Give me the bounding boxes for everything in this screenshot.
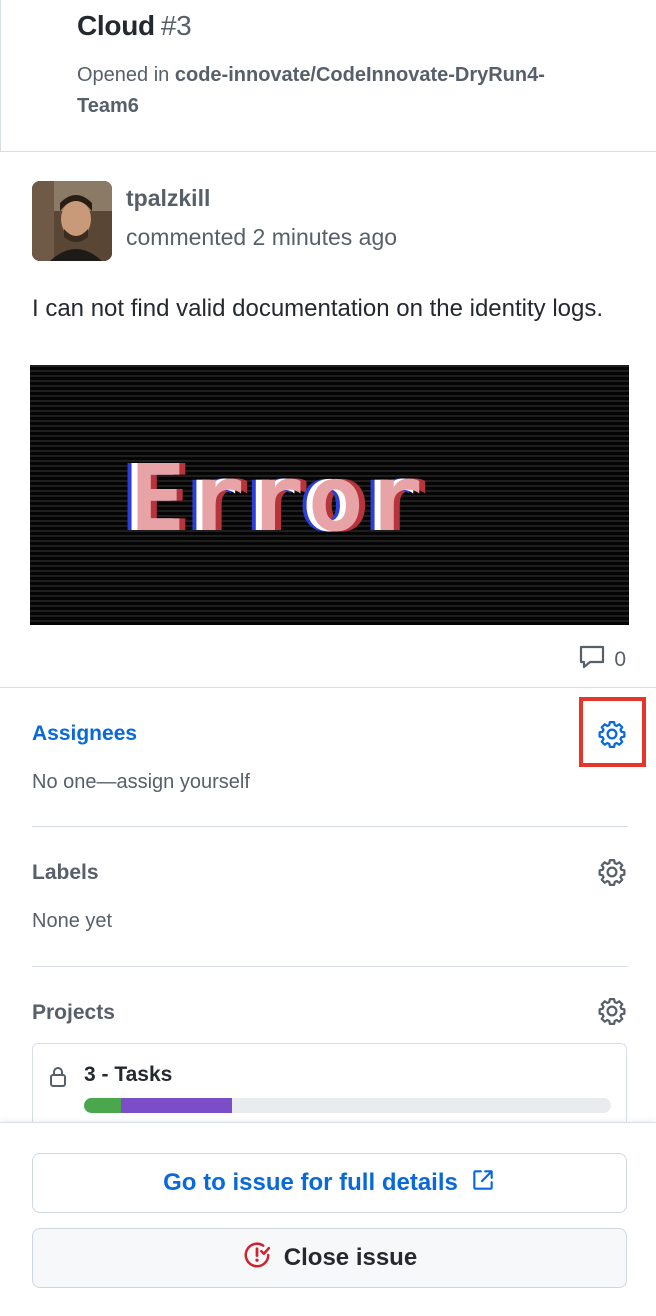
issue-panel: Cloud #3 Opened in code-innovate/CodeInno… [0, 0, 656, 1316]
comment-timestamp: commented 2 minutes ago [126, 224, 398, 250]
error-image: Error [30, 365, 629, 625]
divider [32, 966, 628, 967]
issue-title: Cloud #3 [77, 10, 192, 42]
projects-title: Projects [32, 1001, 115, 1024]
comment-icon [578, 644, 606, 676]
progress-done-segment [84, 1098, 121, 1113]
progress-in-progress-segment [120, 1098, 232, 1113]
divider [32, 826, 628, 827]
project-progress-bar [84, 1098, 611, 1113]
issue-title-text: Cloud [77, 10, 155, 41]
projects-gear-icon[interactable] [596, 995, 628, 1027]
gear-highlight-box [579, 697, 646, 767]
issue-opened-in: Opened in code-innovate/CodeInnovate-Dry… [77, 60, 547, 122]
avatar[interactable] [32, 181, 112, 261]
comment-count: 0 [614, 648, 626, 671]
comment-count-button[interactable]: 0 [578, 644, 626, 676]
labels-title: Labels [32, 861, 99, 884]
go-to-issue-label: Go to issue for full details [163, 1169, 458, 1196]
labels-gear-icon[interactable] [596, 856, 628, 888]
labels-value: None yet [32, 910, 113, 932]
comment-author[interactable]: tpalzkill [126, 185, 210, 212]
issue-header: Cloud #3 Opened in code-innovate/CodeInno… [0, 0, 656, 152]
close-issue-label: Close issue [283, 1244, 418, 1271]
divider [0, 687, 656, 688]
assignees-title[interactable]: Assignees [32, 722, 137, 746]
issue-number: #3 [160, 10, 192, 41]
avatar-image [32, 181, 112, 261]
close-issue-icon [242, 1240, 272, 1277]
lock-icon [48, 1066, 68, 1093]
opened-in-label: Opened in [77, 64, 170, 86]
go-to-issue-button[interactable]: Go to issue for full details [32, 1153, 627, 1213]
project-name[interactable]: 3 - Tasks [84, 1063, 172, 1087]
external-link-icon [470, 1167, 496, 1200]
comment-body: I can not find valid documentation on th… [32, 295, 604, 322]
error-image-text: Error [130, 445, 427, 552]
assignees-value[interactable]: No one—assign yourself [32, 771, 250, 794]
close-issue-button[interactable]: Close issue [32, 1228, 627, 1288]
